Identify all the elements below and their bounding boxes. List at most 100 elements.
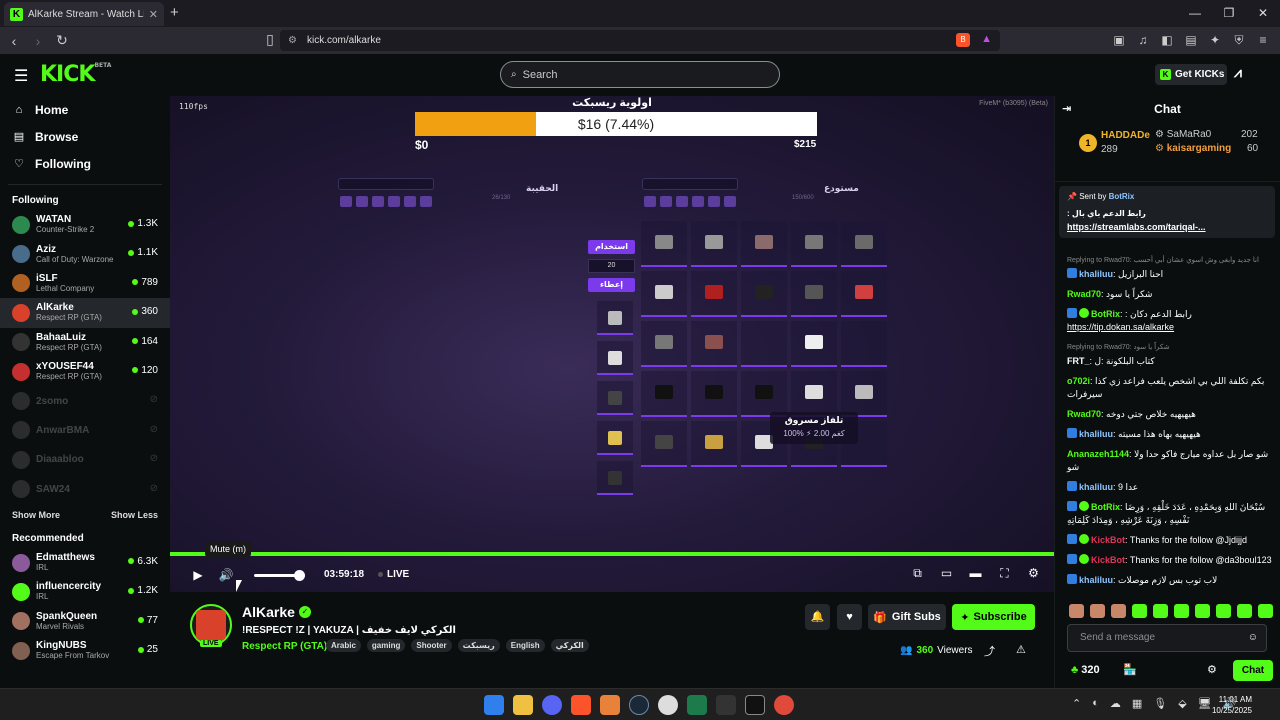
search-input[interactable]: ⌕ Search bbox=[500, 61, 780, 88]
stream-tag[interactable]: Shooter bbox=[411, 639, 452, 652]
gifter2-name[interactable]: ⚙ SaMaRa0 bbox=[1155, 129, 1211, 140]
notification-bell-button[interactable]: 🔔 bbox=[805, 604, 830, 630]
emoji-icon[interactable]: ☺ bbox=[1248, 625, 1258, 651]
channel-points[interactable]: ♣ 320 bbox=[1071, 664, 1100, 676]
brave-shield-icon[interactable]: B bbox=[956, 33, 970, 47]
reload-icon[interactable]: ↻ bbox=[52, 32, 72, 49]
sidebar-channel[interactable]: xYOUSEF44 Respect RP (GTA) 120 bbox=[0, 357, 170, 386]
browser-tab[interactable]: K AlKarke Stream - Watch Live ✕ bbox=[4, 2, 164, 26]
emote[interactable] bbox=[1195, 604, 1210, 618]
volume-knob[interactable] bbox=[294, 570, 305, 581]
video-player[interactable]: 110fps FiveM* (b3095) (Beta) اولوية ريسب… bbox=[170, 96, 1054, 592]
playback-progress-bar[interactable] bbox=[170, 552, 1054, 556]
bookmark-icon[interactable]: ▯ bbox=[260, 31, 280, 48]
sidebar-channel-offline[interactable]: 2somo ⊘ bbox=[0, 386, 170, 415]
obs-icon[interactable] bbox=[658, 695, 678, 715]
steam-icon[interactable] bbox=[629, 695, 649, 715]
hamburger-menu-icon[interactable]: ☰ bbox=[14, 66, 28, 86]
theater-mode-icon[interactable]: ▬ bbox=[967, 566, 984, 581]
app-icon[interactable] bbox=[600, 695, 620, 715]
chat-username[interactable]: FRT_ bbox=[1067, 356, 1090, 366]
gift-subs-button[interactable]: 🎁 Gift Subs bbox=[868, 604, 946, 630]
tray-icon[interactable]: ▦ bbox=[1132, 697, 1142, 710]
kick-logo[interactable]: KICKBETA bbox=[40, 62, 111, 87]
stream-tag[interactable]: English bbox=[505, 639, 545, 652]
pinned-message[interactable]: 📌 Sent by BotRix : رابط الدعم باي بال ht… bbox=[1059, 186, 1275, 238]
user-menu-icon[interactable]: ⩘ bbox=[1234, 64, 1242, 81]
play-button[interactable]: ▶ bbox=[184, 568, 212, 582]
stream-category[interactable]: Respect RP (GTA) bbox=[242, 641, 327, 652]
music-icon[interactable]: ♫ bbox=[1136, 33, 1150, 48]
maximize-button[interactable]: ❐ bbox=[1212, 0, 1246, 27]
chat-link[interactable]: https://tip.dokan.sa/alkarke bbox=[1067, 321, 1273, 334]
chat-username[interactable]: KickBot bbox=[1091, 555, 1125, 565]
vpn-icon[interactable]: ⛨ bbox=[1232, 33, 1246, 48]
stream-tag[interactable]: الكركي bbox=[550, 639, 589, 652]
fullscreen-icon[interactable]: ⛶ bbox=[996, 566, 1013, 581]
app3-icon[interactable] bbox=[745, 695, 765, 715]
emote[interactable] bbox=[1069, 604, 1084, 618]
mic-icon[interactable]: 🎙 bbox=[1153, 697, 1167, 710]
sidebar-channel[interactable]: Aziz Call of Duty: Warzone 1.1K bbox=[0, 239, 170, 268]
app2-icon[interactable] bbox=[716, 695, 736, 715]
chat-username[interactable]: khaliluu bbox=[1079, 575, 1113, 585]
streamer-name[interactable]: AlKarke ✓ bbox=[242, 604, 311, 620]
pinned-link[interactable]: https://streamlabs.com/tariqal-... bbox=[1067, 222, 1206, 232]
sidebar-nav-home[interactable]: ⌂ Home bbox=[0, 96, 170, 123]
terminal-icon[interactable] bbox=[687, 695, 707, 715]
stream-tag[interactable]: ريسبكت bbox=[457, 639, 500, 652]
sidebar-nav-browse[interactable]: ▤ Browse bbox=[0, 123, 170, 150]
emote[interactable] bbox=[1258, 604, 1273, 618]
sidebar-channel[interactable]: iSLF Lethal Company 789 bbox=[0, 269, 170, 298]
close-window-button[interactable]: ✕ bbox=[1246, 0, 1280, 27]
get-kicks-button[interactable]: K Get KICKs bbox=[1155, 64, 1227, 85]
sidebar-channel[interactable]: influencercity IRL 1.2K bbox=[0, 577, 170, 606]
sidebar-channel[interactable]: SpankQueen Marvel Rivals 77 bbox=[0, 607, 170, 636]
gifter3-name[interactable]: ⚙ kaisargaming bbox=[1155, 143, 1231, 154]
menu-icon[interactable]: ≡ bbox=[1256, 33, 1270, 48]
chat-message-input[interactable]: Send a message ☺ bbox=[1067, 624, 1267, 652]
sidebar-channel[interactable]: KingNUBS Escape From Tarkov 25 bbox=[0, 636, 170, 665]
pip-icon[interactable]: ▭ bbox=[938, 566, 955, 581]
tray-icon[interactable]: ◐ bbox=[1092, 697, 1099, 710]
site-info-icon[interactable]: ⚙ bbox=[288, 35, 297, 46]
settings-icon[interactable]: ⚙ bbox=[1025, 566, 1042, 581]
chat-username[interactable]: Rwad70 bbox=[1067, 409, 1101, 419]
address-bar[interactable]: ⚙ kick.com/alkarke B ▲ bbox=[280, 30, 1000, 51]
wallet-icon[interactable]: ▤ bbox=[1184, 33, 1198, 48]
discord-icon[interactable] bbox=[542, 695, 562, 715]
emote[interactable] bbox=[1090, 604, 1105, 618]
leo-icon[interactable]: ✦ bbox=[1208, 33, 1222, 48]
chat-username[interactable]: Ananazeh1144 bbox=[1067, 449, 1129, 459]
minimize-button[interactable]: — bbox=[1178, 0, 1212, 27]
sidebar-channel[interactable]: AlKarke Respect RP (GTA) 360 bbox=[0, 298, 170, 328]
tray-icon[interactable]: ☁ bbox=[1110, 697, 1121, 710]
store-icon[interactable]: 🏪 bbox=[1123, 663, 1137, 676]
sidebar-channel[interactable]: WATAN Counter-Strike 2 1.3K bbox=[0, 210, 170, 239]
chat-username[interactable]: o702i bbox=[1067, 376, 1090, 386]
chat-username[interactable]: Rwad70 bbox=[1067, 289, 1101, 299]
sidebar-nav-following[interactable]: ♡ Following bbox=[0, 150, 170, 177]
emote[interactable] bbox=[1216, 604, 1231, 618]
report-icon[interactable]: ⚠ bbox=[1016, 643, 1026, 656]
sidebar-channel-offline[interactable]: SAW24 ⊘ bbox=[0, 475, 170, 504]
emote[interactable] bbox=[1153, 604, 1168, 618]
taskbar-clock[interactable]: 11:01 AM 10/25/2025 bbox=[1208, 694, 1252, 716]
share-icon[interactable]: ⤴ bbox=[984, 643, 995, 659]
chat-username[interactable]: khaliluu bbox=[1079, 482, 1113, 492]
chat-username[interactable]: khaliluu bbox=[1079, 429, 1113, 439]
subscribe-button[interactable]: ✦ Subscribe bbox=[952, 604, 1035, 630]
chat-username[interactable]: khaliluu bbox=[1079, 269, 1113, 279]
follow-heart-button[interactable]: ♥ bbox=[837, 604, 862, 630]
tray-chevron-icon[interactable]: ⌃ bbox=[1072, 697, 1081, 710]
tab-close-icon[interactable]: ✕ bbox=[149, 8, 158, 21]
show-more-button[interactable]: Show More bbox=[12, 510, 60, 520]
screenshot-icon[interactable]: ▣ bbox=[1112, 33, 1126, 48]
top-gifter-name[interactable]: HADDADe bbox=[1101, 130, 1150, 141]
sidebar-channel[interactable]: Edmatthews IRL 6.3K bbox=[0, 548, 170, 577]
file-explorer-icon[interactable] bbox=[513, 695, 533, 715]
emote[interactable] bbox=[1237, 604, 1252, 618]
chrome-icon[interactable] bbox=[774, 695, 794, 715]
stream-tag[interactable]: Arabic bbox=[326, 639, 361, 652]
volume-slider[interactable] bbox=[254, 570, 305, 581]
